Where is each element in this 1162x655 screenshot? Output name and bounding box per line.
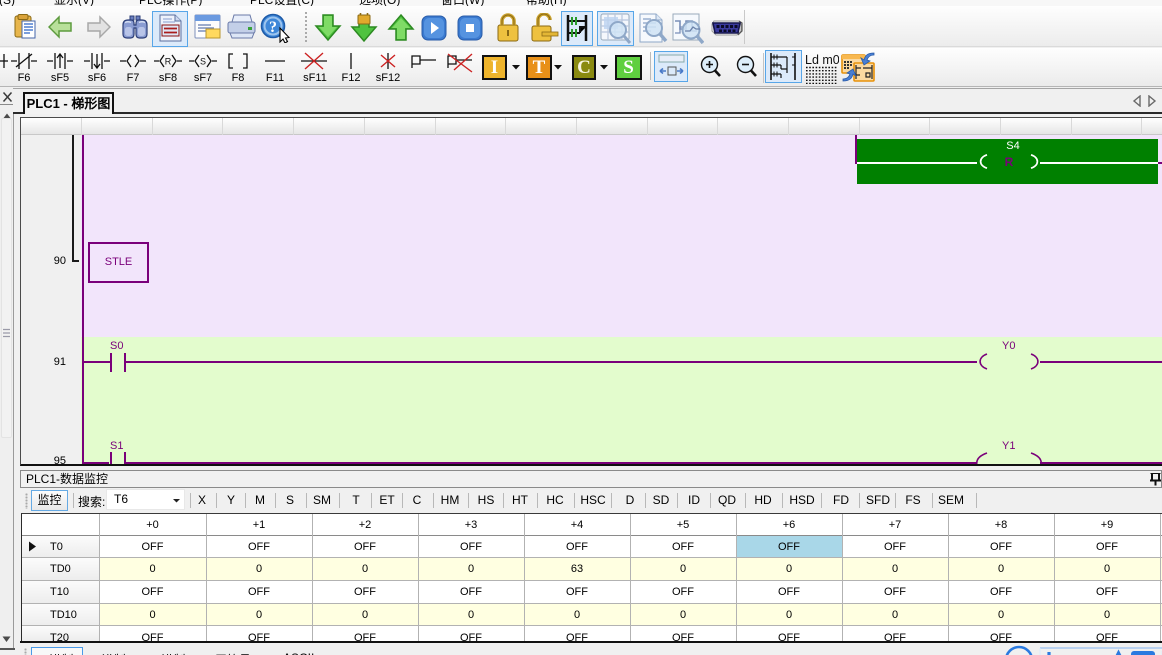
svg-text:S: S	[200, 57, 206, 67]
svg-text:?: ?	[269, 19, 277, 36]
svg-text:Ld m0: Ld m0	[805, 53, 839, 67]
svg-text:R: R	[165, 57, 172, 67]
